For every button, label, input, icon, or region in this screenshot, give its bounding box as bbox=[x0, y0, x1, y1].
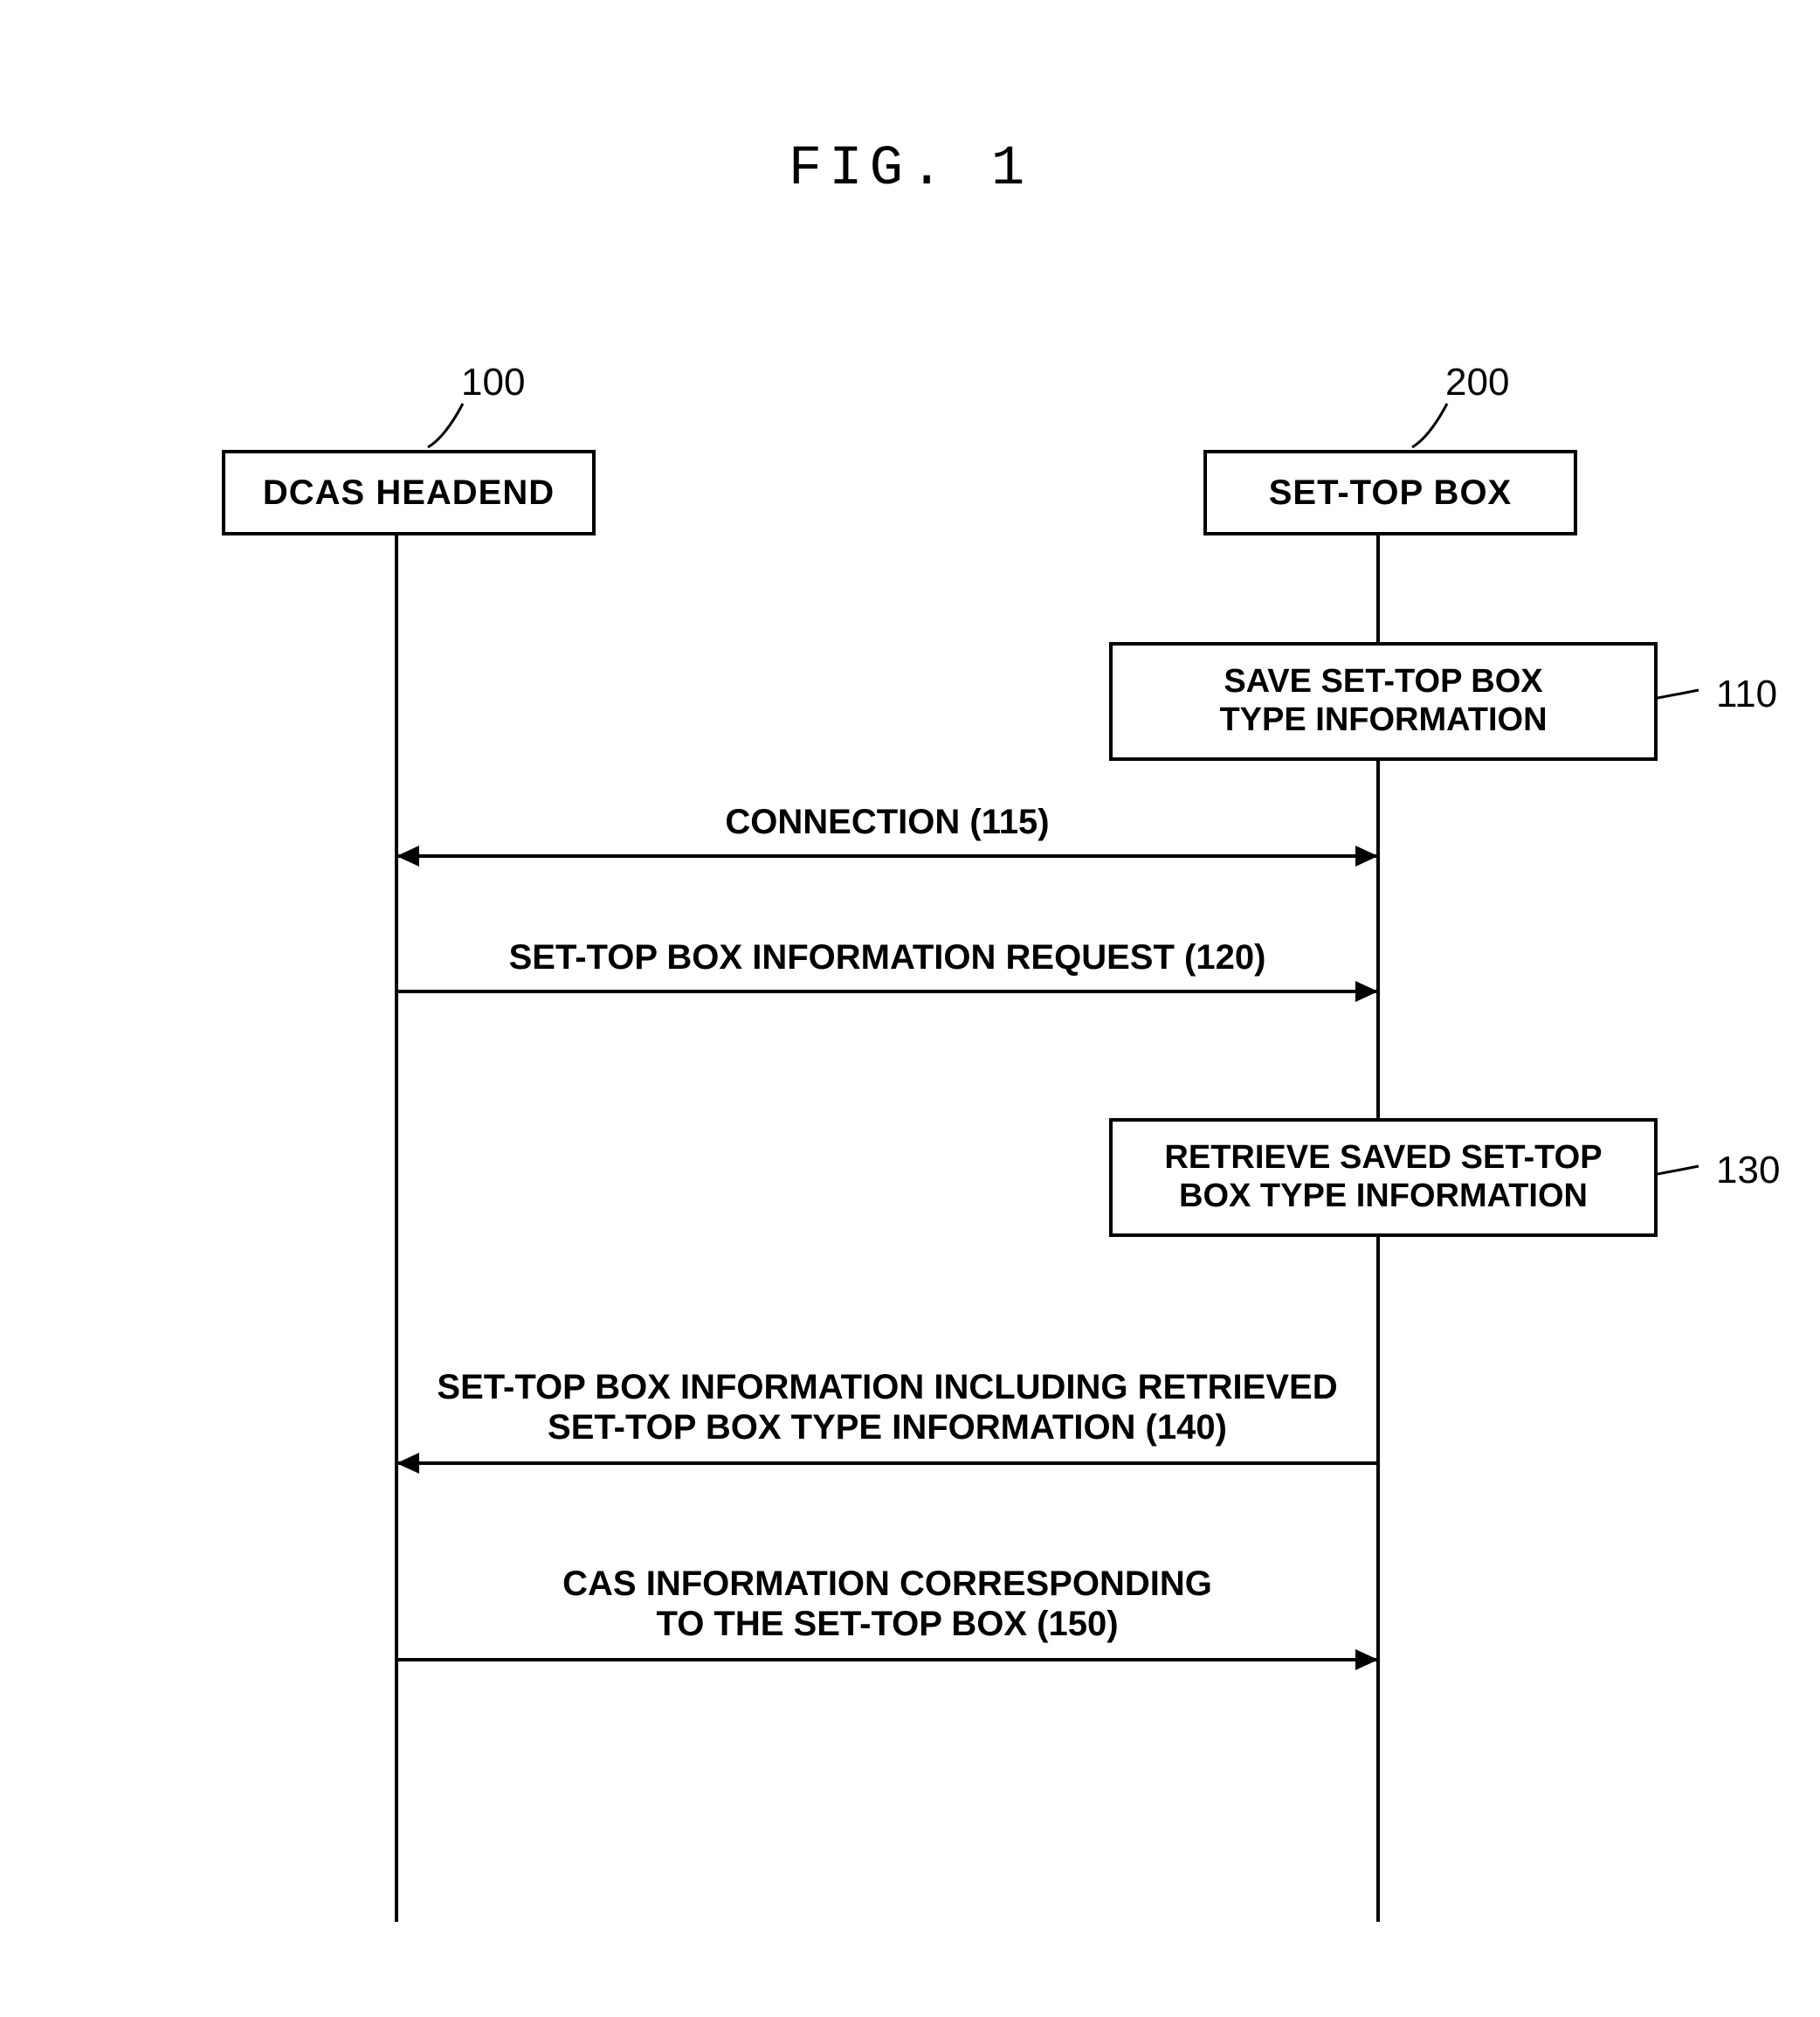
actor-left-label: DCAS HEADEND bbox=[263, 473, 555, 513]
msg-150: CAS INFORMATION CORRESPONDINGTO THE SET-… bbox=[407, 1564, 1368, 1644]
msg-115: CONNECTION (115) bbox=[407, 802, 1368, 842]
step-130: RETRIEVE SAVED SET-TOPBOX TYPE INFORMATI… bbox=[1109, 1118, 1658, 1237]
step-110: SAVE SET-TOP BOXTYPE INFORMATION bbox=[1109, 642, 1658, 761]
actor-set-top-box: SET-TOP BOX bbox=[1203, 450, 1577, 535]
msg-120: SET-TOP BOX INFORMATION REQUEST (120) bbox=[407, 937, 1368, 977]
diagram-lines bbox=[0, 0, 1820, 2017]
ref-130: 130 bbox=[1716, 1149, 1780, 1192]
figure-title: FIG. 1 bbox=[0, 138, 1820, 201]
ref-200: 200 bbox=[1445, 361, 1509, 404]
step-130-text: RETRIEVE SAVED SET-TOPBOX TYPE INFORMATI… bbox=[1164, 1139, 1602, 1215]
ref-110: 110 bbox=[1716, 673, 1777, 716]
actor-dcas-headend: DCAS HEADEND bbox=[222, 450, 596, 535]
ref-100: 100 bbox=[461, 361, 525, 404]
msg-140: SET-TOP BOX INFORMATION INCLUDING RETRIE… bbox=[407, 1367, 1368, 1447]
actor-right-label: SET-TOP BOX bbox=[1269, 473, 1512, 513]
step-110-text: SAVE SET-TOP BOXTYPE INFORMATION bbox=[1219, 663, 1547, 739]
sequence-diagram: FIG. 1 100 200 DCAS HEADEND SE bbox=[0, 0, 1820, 2017]
